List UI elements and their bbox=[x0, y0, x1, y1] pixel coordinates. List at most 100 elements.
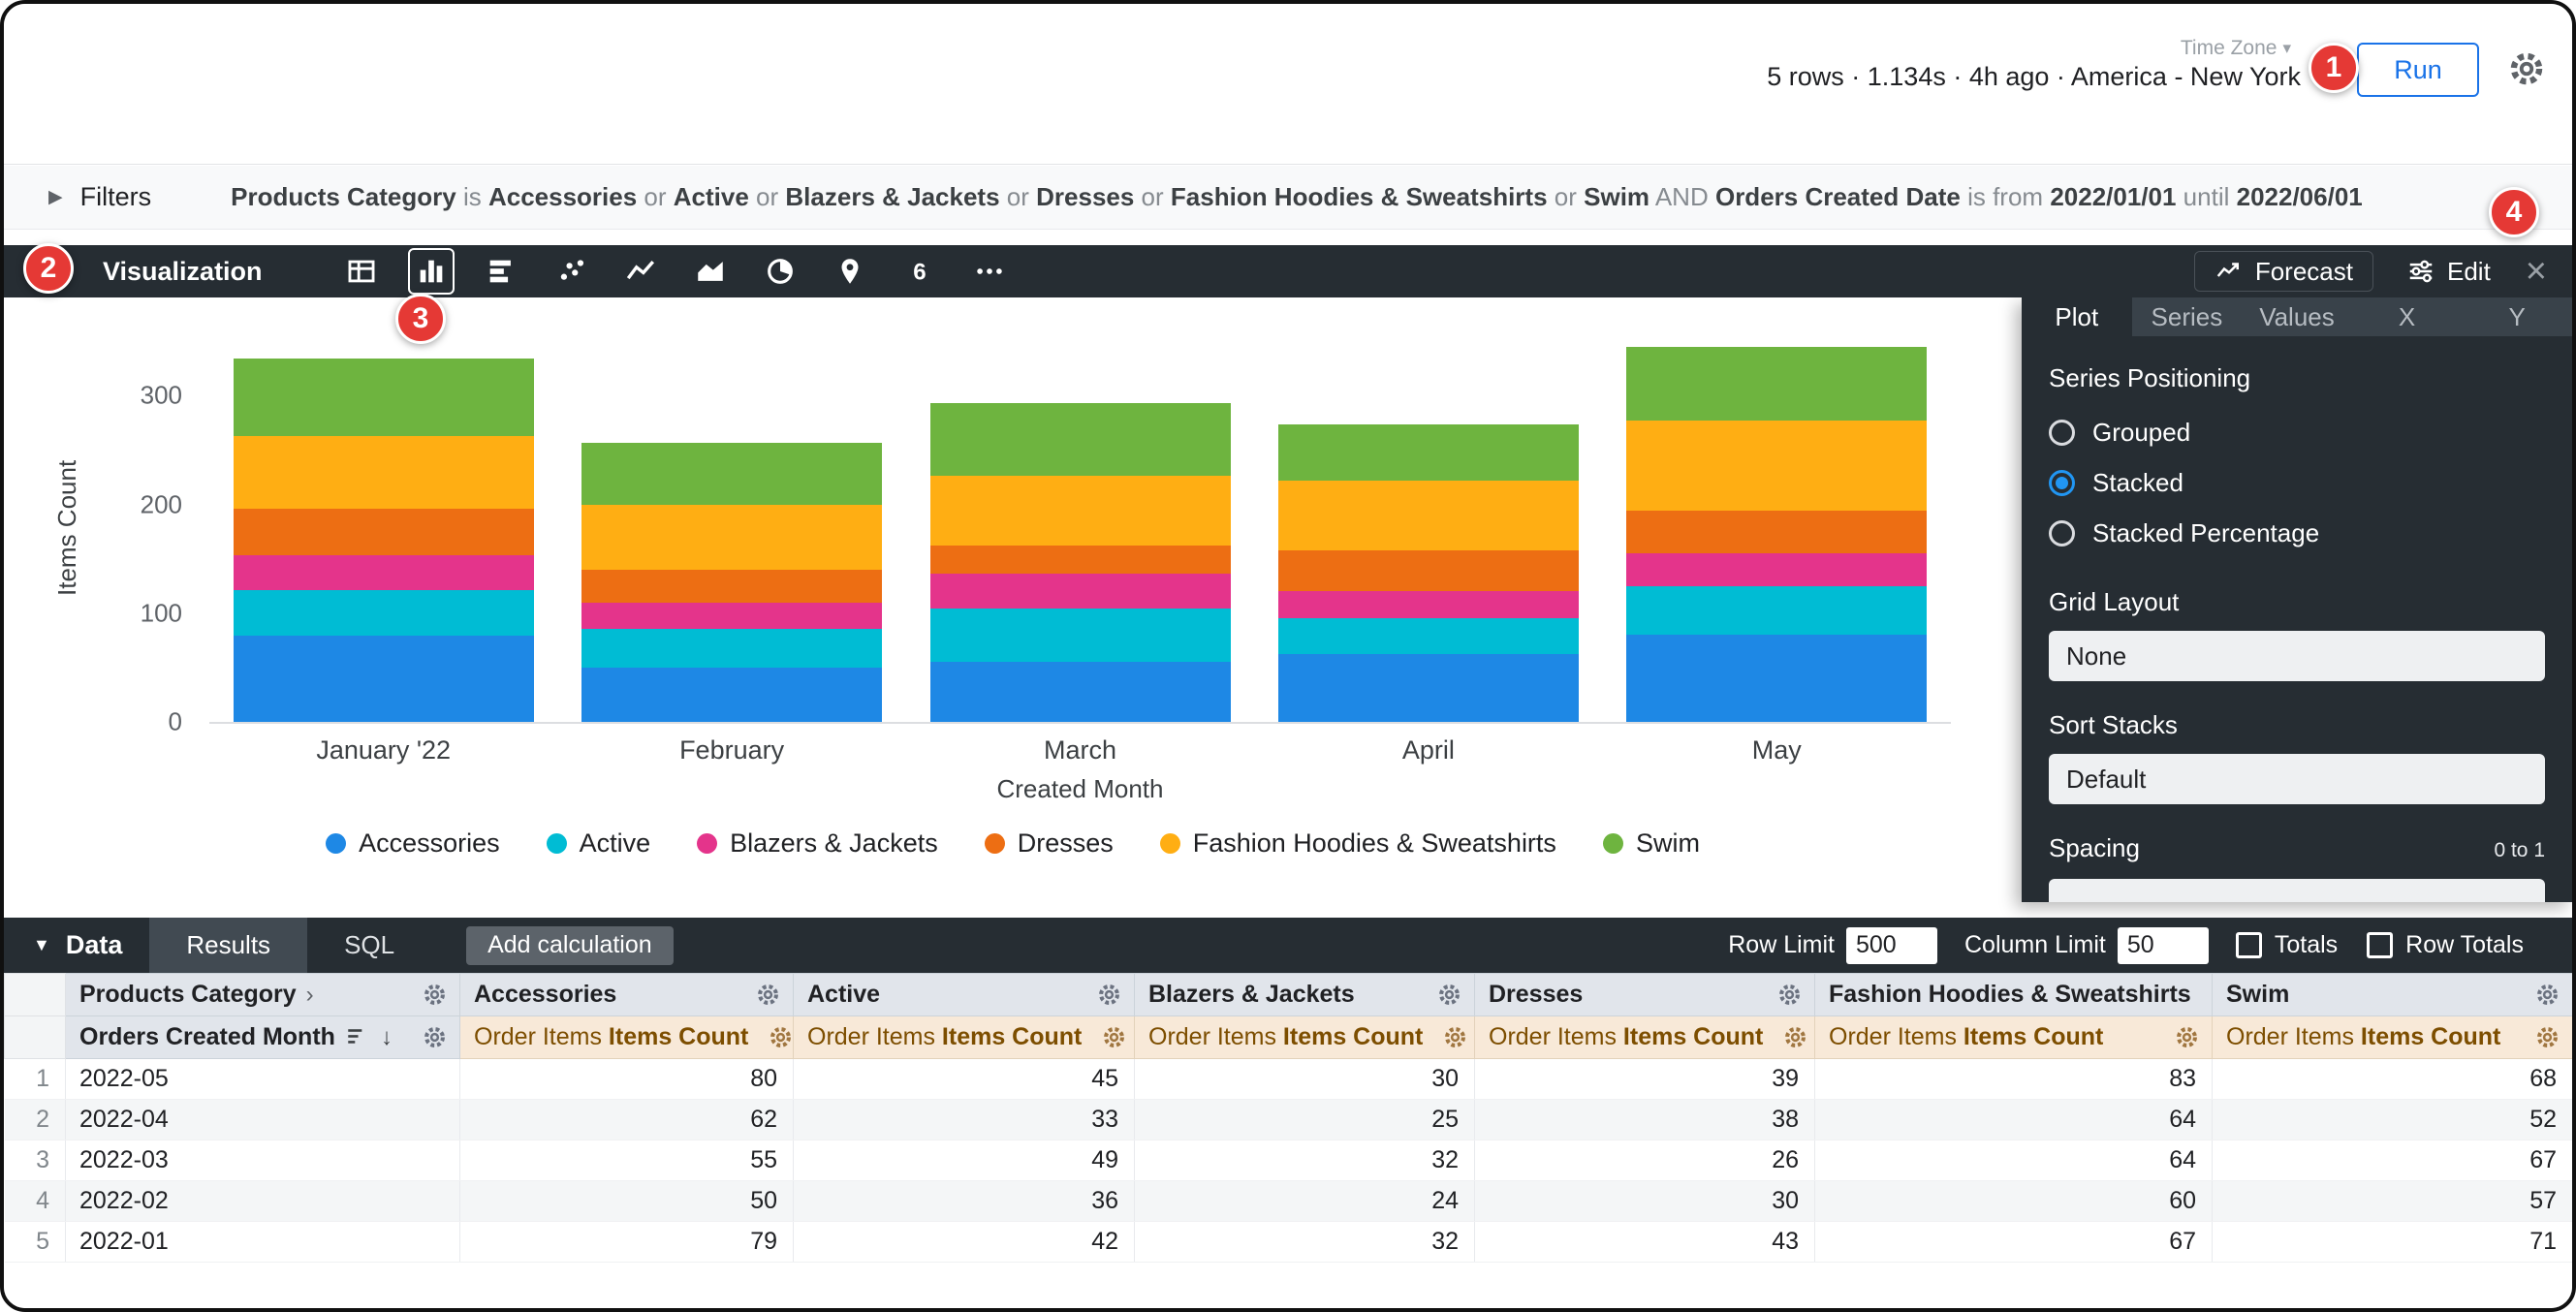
bar-segment-dresses[interactable] bbox=[1626, 511, 1927, 553]
table-cell-month[interactable]: 2022-01 bbox=[66, 1222, 460, 1263]
bar-segment-blazers-jackets[interactable] bbox=[234, 555, 534, 590]
table-cell-value[interactable]: 38 bbox=[1475, 1100, 1815, 1140]
bar-segment-blazers-jackets[interactable] bbox=[581, 603, 882, 629]
data-section-toggle[interactable]: ▼ Data bbox=[4, 930, 149, 960]
spacing-input[interactable] bbox=[2049, 879, 2545, 902]
table-cell-value[interactable]: 80 bbox=[460, 1059, 794, 1100]
radio-stacked[interactable]: Stacked bbox=[2049, 457, 2545, 508]
column-header-swim[interactable]: Swim bbox=[2213, 974, 2573, 1016]
measure-header-blazers-jackets[interactable]: Order Items Items Count bbox=[1135, 1016, 1475, 1059]
table-cell-value[interactable]: 43 bbox=[1475, 1222, 1815, 1263]
viz-icon-area-chart[interactable] bbox=[687, 248, 734, 295]
table-cell-value[interactable]: 26 bbox=[1475, 1140, 1815, 1181]
table-cell-value[interactable]: 67 bbox=[2213, 1140, 2573, 1181]
table-cell-value[interactable]: 25 bbox=[1135, 1100, 1475, 1140]
tab-values[interactable]: Values bbox=[2242, 297, 2352, 336]
bar-segment-fashion-hoodies-sweatshirts[interactable] bbox=[234, 436, 534, 509]
table-cell-value[interactable]: 49 bbox=[794, 1140, 1135, 1181]
bar-group-march[interactable] bbox=[930, 403, 1231, 722]
gear-icon[interactable] bbox=[1436, 982, 1462, 1008]
bar-segment-blazers-jackets[interactable] bbox=[1626, 553, 1927, 586]
tab-series[interactable]: Series bbox=[2132, 297, 2243, 336]
bar-segment-fashion-hoodies-sweatshirts[interactable] bbox=[1278, 481, 1579, 550]
table-cell-value[interactable]: 79 bbox=[460, 1222, 794, 1263]
tab-y[interactable]: Y bbox=[2462, 297, 2572, 336]
radio-stacked-percentage[interactable]: Stacked Percentage bbox=[2049, 508, 2545, 558]
gear-icon[interactable] bbox=[1442, 1024, 1468, 1050]
table-cell-value[interactable]: 32 bbox=[1135, 1140, 1475, 1181]
measure-header-accessories[interactable]: Order Items Items Count bbox=[460, 1016, 794, 1059]
column-header-fashion-hoodies-sweatshirts[interactable]: Fashion Hoodies & Sweatshirts bbox=[1815, 974, 2213, 1016]
column-limit-input[interactable] bbox=[2118, 927, 2209, 964]
table-cell-month[interactable]: 2022-03 bbox=[66, 1140, 460, 1181]
legend-item-blazers-jackets[interactable]: Blazers & Jackets bbox=[697, 828, 938, 859]
forecast-button[interactable]: Forecast bbox=[2194, 251, 2373, 292]
bar-segment-accessories[interactable] bbox=[234, 636, 534, 722]
viz-icon-map-chart[interactable] bbox=[827, 248, 873, 295]
timezone-dropdown[interactable]: Time Zone ▾ bbox=[2181, 37, 2291, 60]
close-icon[interactable]: × bbox=[2526, 253, 2547, 290]
table-cell-value[interactable]: 55 bbox=[460, 1140, 794, 1181]
viz-icon-bar-chart[interactable] bbox=[478, 248, 524, 295]
bar-group-may[interactable] bbox=[1626, 347, 1927, 722]
table-cell-month[interactable]: 2022-04 bbox=[66, 1100, 460, 1140]
table-cell-value[interactable]: 30 bbox=[1135, 1059, 1475, 1100]
edit-button[interactable]: Edit bbox=[2401, 256, 2497, 288]
table-cell-value[interactable]: 32 bbox=[1135, 1222, 1475, 1263]
bar-segment-fashion-hoodies-sweatshirts[interactable] bbox=[930, 476, 1231, 546]
table-cell-value[interactable]: 24 bbox=[1135, 1181, 1475, 1222]
column-header-products-category[interactable]: Products Category› bbox=[66, 974, 460, 1016]
filters-label[interactable]: Filters bbox=[80, 182, 152, 212]
table-cell-value[interactable]: 68 bbox=[2213, 1059, 2573, 1100]
bar-segment-swim[interactable] bbox=[930, 403, 1231, 476]
totals-checkbox[interactable] bbox=[2236, 932, 2262, 958]
table-cell-value[interactable]: 30 bbox=[1475, 1181, 1815, 1222]
column-header-dresses[interactable]: Dresses bbox=[1475, 974, 1815, 1016]
gear-icon[interactable] bbox=[422, 1024, 448, 1050]
bar-segment-swim[interactable] bbox=[1626, 347, 1927, 421]
gear-icon[interactable] bbox=[768, 1024, 793, 1050]
bar-segment-swim[interactable] bbox=[581, 443, 882, 505]
bar-segment-blazers-jackets[interactable] bbox=[1278, 591, 1579, 618]
gear-icon[interactable] bbox=[1096, 982, 1122, 1008]
add-calculation-button[interactable]: Add calculation bbox=[466, 926, 674, 965]
gear-icon[interactable] bbox=[1776, 982, 1803, 1008]
legend-item-swim[interactable]: Swim bbox=[1603, 828, 1700, 859]
gear-icon[interactable] bbox=[2506, 48, 2547, 89]
bar-group-january-22[interactable] bbox=[234, 359, 534, 722]
bar-segment-swim[interactable] bbox=[234, 359, 534, 436]
table-cell-value[interactable]: 60 bbox=[1815, 1181, 2213, 1222]
bar-group-april[interactable] bbox=[1278, 424, 1579, 722]
table-cell-value[interactable]: 52 bbox=[2213, 1100, 2573, 1140]
viz-icon-more-options[interactable] bbox=[966, 248, 1013, 295]
bar-segment-accessories[interactable] bbox=[581, 668, 882, 722]
gear-icon[interactable] bbox=[1782, 1024, 1808, 1050]
bar-segment-dresses[interactable] bbox=[581, 570, 882, 603]
bar-segment-blazers-jackets[interactable] bbox=[930, 574, 1231, 609]
viz-icon-scatter-chart[interactable] bbox=[548, 248, 594, 295]
table-cell-value[interactable]: 50 bbox=[460, 1181, 794, 1222]
column-header-blazers-jackets[interactable]: Blazers & Jackets bbox=[1135, 974, 1475, 1016]
radio-grouped[interactable]: Grouped bbox=[2049, 407, 2545, 457]
viz-icon-pie-chart[interactable] bbox=[757, 248, 803, 295]
legend-item-dresses[interactable]: Dresses bbox=[985, 828, 1114, 859]
table-cell-value[interactable]: 42 bbox=[794, 1222, 1135, 1263]
measure-header-fashion-hoodies-sweatshirts[interactable]: Order Items Items Count bbox=[1815, 1016, 2213, 1059]
table-cell-value[interactable]: 57 bbox=[2213, 1181, 2573, 1222]
bar-segment-accessories[interactable] bbox=[1278, 654, 1579, 722]
row-totals-checkbox[interactable] bbox=[2367, 932, 2393, 958]
table-cell-month[interactable]: 2022-05 bbox=[66, 1059, 460, 1100]
legend-item-accessories[interactable]: Accessories bbox=[326, 828, 500, 859]
viz-icon-line-chart[interactable] bbox=[617, 248, 664, 295]
bar-segment-swim[interactable] bbox=[1278, 424, 1579, 481]
sort-icon[interactable] bbox=[345, 1024, 371, 1050]
gear-icon[interactable] bbox=[422, 982, 448, 1008]
table-cell-value[interactable]: 45 bbox=[794, 1059, 1135, 1100]
column-header-active[interactable]: Active bbox=[794, 974, 1135, 1016]
table-cell-value[interactable]: 39 bbox=[1475, 1059, 1815, 1100]
bar-segment-active[interactable] bbox=[234, 590, 534, 636]
row-limit-input[interactable] bbox=[1846, 927, 1937, 964]
bar-segment-accessories[interactable] bbox=[930, 662, 1231, 722]
gear-icon[interactable] bbox=[2174, 1024, 2200, 1050]
table-cell-value[interactable]: 64 bbox=[1815, 1140, 2213, 1181]
